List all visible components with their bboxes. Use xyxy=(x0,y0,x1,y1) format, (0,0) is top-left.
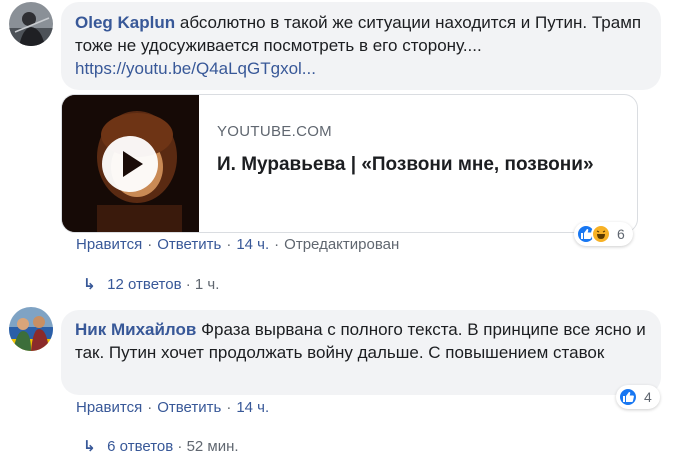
reply-arrow-icon: ↳ xyxy=(83,276,96,293)
link-preview-card[interactable]: YOUTUBE.COM И. Муравьева | «Позвони мне,… xyxy=(61,94,638,233)
comment-author[interactable]: Ник Михайлов xyxy=(75,320,196,339)
haha-icon xyxy=(591,224,611,244)
video-thumbnail[interactable] xyxy=(62,95,199,232)
replies-toggle[interactable]: ↳ 6 ответов · 52 мин. xyxy=(83,437,239,455)
comment-actions: Нравится · Ответить · 14 ч. · Отредактирован xyxy=(76,236,400,253)
replies-toggle[interactable]: ↳ 12 ответов · 1 ч. xyxy=(83,275,219,293)
replies-count[interactable]: 12 ответов xyxy=(107,276,181,293)
timestamp[interactable]: 14 ч. xyxy=(236,399,269,416)
play-icon[interactable] xyxy=(102,136,158,192)
reactions-badge[interactable]: 4 xyxy=(616,385,660,409)
comment-bubble: Oleg Kaplun абсолютно в такой же ситуаци… xyxy=(61,2,661,90)
reply-arrow-icon: ↳ xyxy=(83,438,96,455)
reply-button[interactable]: Ответить xyxy=(157,399,221,416)
comment-bubble: Ник Михайлов Фраза вырвана с полного тек… xyxy=(61,310,661,395)
edited-label: Отредактирован xyxy=(284,236,400,253)
like-button[interactable]: Нравится xyxy=(76,399,142,416)
timestamp[interactable]: 14 ч. xyxy=(236,236,269,253)
preview-domain: YOUTUBE.COM xyxy=(217,123,332,140)
comment-actions: Нравится · Ответить · 14 ч. xyxy=(76,399,270,416)
replies-time: 52 мин. xyxy=(186,438,239,455)
reaction-count: 4 xyxy=(644,389,652,405)
replies-time: 1 ч. xyxy=(194,276,220,293)
preview-title[interactable]: И. Муравьева | «Позвони мне, позвони» xyxy=(217,150,617,180)
avatar[interactable] xyxy=(9,2,53,46)
like-button[interactable]: Нравится xyxy=(76,236,142,253)
reply-button[interactable]: Ответить xyxy=(157,236,221,253)
reactions-badge[interactable]: 6 xyxy=(574,222,633,246)
like-icon xyxy=(618,387,638,407)
reaction-count: 6 xyxy=(617,226,625,242)
comment-link[interactable]: https://youtu.be/Q4aLqGTgxol... xyxy=(75,59,316,78)
comment-author[interactable]: Oleg Kaplun xyxy=(75,13,175,32)
avatar[interactable] xyxy=(9,307,53,351)
replies-count[interactable]: 6 ответов xyxy=(107,438,173,455)
